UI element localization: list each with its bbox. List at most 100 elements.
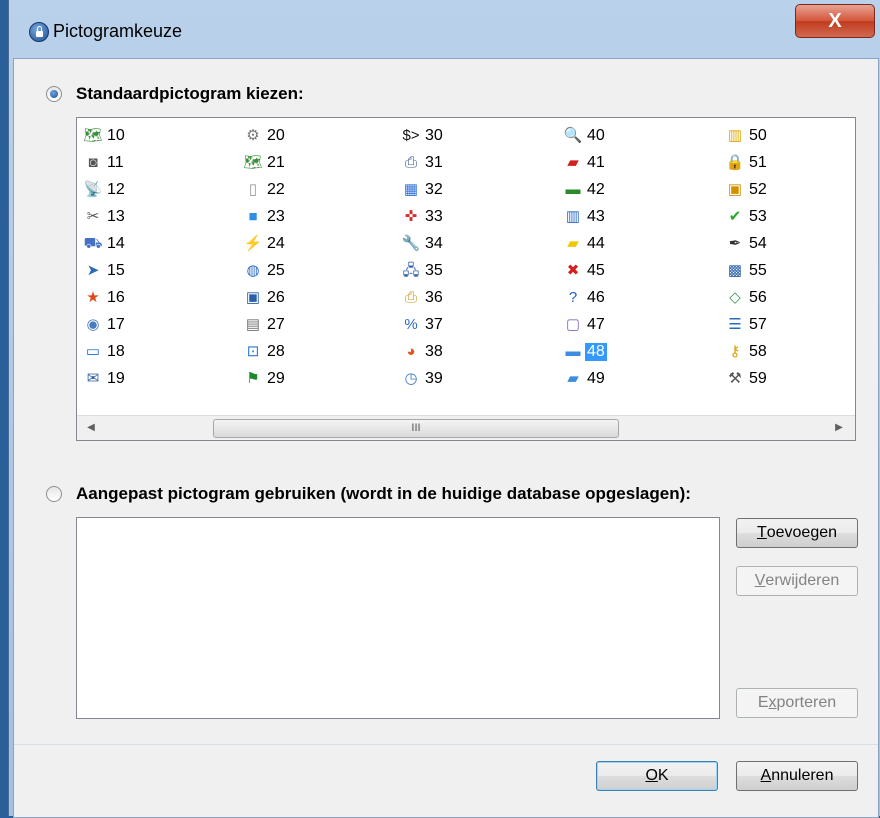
database-folder-icon: ▥ xyxy=(727,126,743,144)
lock-frame-icon: ▣ xyxy=(727,180,743,198)
icon-number: 27 xyxy=(267,315,285,333)
export-button[interactable]: Ex porteren xyxy=(736,688,858,718)
cancel-button[interactable]: Annuleren xyxy=(736,761,858,791)
icon-item-59[interactable]: ⚒ 59 xyxy=(725,365,769,392)
icon-item-56[interactable]: ◇ 56 xyxy=(725,284,769,311)
icon-item-24[interactable]: ⚡ 24 xyxy=(243,230,287,257)
icon-item-22[interactable]: ▯ 22 xyxy=(243,176,287,203)
icon-column: ▥ 50 🔒 51 ▣ 52 ✔ 53 ✒ 54 ▩ 55 ◇ 56 ☰ 57 ⚷ 58 ⚒ 59 xyxy=(725,122,769,392)
icon-item-43[interactable]: ▥ 43 xyxy=(563,203,607,230)
icon-item-13[interactable]: ✂ 13 xyxy=(83,203,127,230)
globe-doc-icon: ◍ xyxy=(246,261,260,279)
icon-number: 16 xyxy=(107,288,125,306)
icon-item-15[interactable]: ➤ 15 xyxy=(83,257,127,284)
percent-icon: % xyxy=(404,315,418,333)
icon-item-53[interactable]: ✔ 53 xyxy=(725,203,769,230)
custom-icon-radio[interactable] xyxy=(46,486,62,502)
icon-item-25[interactable]: ◍ 25 xyxy=(243,257,287,284)
icon-item-28[interactable]: ⊡ 28 xyxy=(243,338,287,365)
scroll-thumb[interactable]: III xyxy=(213,419,619,438)
icon-number: 38 xyxy=(425,342,443,360)
icon-item-47[interactable]: ▢ 47 xyxy=(563,311,607,338)
scroll-right-icon[interactable]: ▶ xyxy=(829,419,849,437)
scroll-left-icon[interactable]: ◀ xyxy=(81,419,101,437)
icon-item-35[interactable]: 🖧 35 xyxy=(401,257,445,284)
icon-item-58[interactable]: ⚷ 58 xyxy=(725,338,769,365)
icon-item-37[interactable]: % 37 xyxy=(401,311,445,338)
icon-item-27[interactable]: ▤ 27 xyxy=(243,311,287,338)
icon-item-23[interactable]: ■ 23 xyxy=(243,203,287,230)
icon-item-31[interactable]: ⎙ 31 xyxy=(401,149,445,176)
icon-item-12[interactable]: 📡 12 xyxy=(83,176,127,203)
icon-item-19[interactable]: ✉ 19 xyxy=(83,365,127,392)
computers-network-icon: 🖧 xyxy=(402,261,420,279)
icon-item-40[interactable]: 🔍 40 xyxy=(563,122,607,149)
icon-item-11[interactable]: ◙ 11 xyxy=(83,149,127,176)
icon-item-52[interactable]: ▣ 52 xyxy=(725,176,769,203)
icon-column: 🔍 40 ▰ 41 ▬ 42 ▥ 43 ▰ 44 ✖ 45? 46 ▢ 47 ▬ 48 ▰ 49 xyxy=(563,122,607,392)
export-mnemonic: x xyxy=(768,694,777,711)
standard-icon-list[interactable]: 🗺 10 ◙ 11 📡 12 ✂ 13 ⛟ 14 ➤ 15 ★ 16 ◉ 17 ▭ 18 ✉ 19 ⚙ 20 🗺 21 ▯ 22 ■… xyxy=(76,117,856,441)
icon-item-39[interactable]: ◷ 39 xyxy=(401,365,445,392)
title-bar[interactable]: Pictogramkeuze X xyxy=(9,0,880,58)
add-button[interactable]: Toevoegen xyxy=(736,518,858,548)
icon-number: 18 xyxy=(107,342,125,360)
folder-icon: ▬ xyxy=(565,342,581,360)
icon-number: 11 xyxy=(107,153,124,171)
icon-item-42[interactable]: ▬ 42 xyxy=(563,176,607,203)
icon-item-14[interactable]: ⛟ 14 xyxy=(83,230,127,257)
icon-item-17[interactable]: ◉ 17 xyxy=(83,311,127,338)
icon-item-45[interactable]: ✖ 45 xyxy=(563,257,607,284)
icon-item-46[interactable]: ? 46 xyxy=(563,284,607,311)
icon-number: 40 xyxy=(587,126,605,144)
icon-item-41[interactable]: ▰ 41 xyxy=(563,149,607,176)
icon-number: 51 xyxy=(749,153,767,171)
icon-item-18[interactable]: ▭ 18 xyxy=(83,338,127,365)
icon-item-55[interactable]: ▩ 55 xyxy=(725,257,769,284)
cancel-label: nnuleren xyxy=(771,767,834,784)
icon-item-30[interactable]: $> 30 xyxy=(401,122,445,149)
ok-button[interactable]: OK xyxy=(596,761,718,791)
icon-item-51[interactable]: 🔒 51 xyxy=(725,149,769,176)
icon-number: 34 xyxy=(425,234,443,252)
icon-item-33[interactable]: ✜ 33 xyxy=(401,203,445,230)
icon-number: 10 xyxy=(107,126,125,144)
icon-item-36[interactable]: ⎙ 36 xyxy=(401,284,445,311)
close-button[interactable]: X xyxy=(795,4,875,38)
icon-number: 44 xyxy=(587,234,605,252)
pen-icon: ✒ xyxy=(728,234,742,252)
remove-button[interactable]: Verwijderen xyxy=(736,566,858,596)
icon-number: 19 xyxy=(107,369,125,387)
icon-item-48[interactable]: ▬ 48 xyxy=(563,338,607,365)
star-globe-icon: ★ xyxy=(86,288,100,306)
standard-icon-radio[interactable] xyxy=(46,86,62,102)
camera-icon: ◙ xyxy=(88,153,98,171)
eraser-icon: ◇ xyxy=(729,288,741,306)
icon-item-32[interactable]: ▦ 32 xyxy=(401,176,445,203)
horizontal-scrollbar[interactable]: ◀ III ▶ xyxy=(77,415,855,440)
icon-item-16[interactable]: ★ 16 xyxy=(83,284,127,311)
icon-item-54[interactable]: ✒ 54 xyxy=(725,230,769,257)
paper-plane-icon: ➤ xyxy=(86,261,100,279)
terminal-icon: $> xyxy=(402,126,420,144)
icon-item-34[interactable]: 🔧 34 xyxy=(401,230,445,257)
server-icon: ▤ xyxy=(245,315,261,333)
icon-item-49[interactable]: ▰ 49 xyxy=(563,365,607,392)
icon-number: 47 xyxy=(587,315,605,333)
icon-number: 50 xyxy=(749,126,767,144)
icon-item-29[interactable]: ⚑ 29 xyxy=(243,365,287,392)
custom-icon-list[interactable] xyxy=(76,517,720,719)
icon-item-21[interactable]: 🗺 21 xyxy=(243,149,287,176)
icon-item-50[interactable]: ▥ 50 xyxy=(725,122,769,149)
icon-item-57[interactable]: ☰ 57 xyxy=(725,311,769,338)
icon-item-38[interactable]: ◕ 38 xyxy=(401,338,445,365)
icon-number: 22 xyxy=(267,180,285,198)
icon-item-26[interactable]: ▣ 26 xyxy=(243,284,287,311)
lightning-network-icon: ⚡ xyxy=(243,234,263,252)
icon-number: 13 xyxy=(107,207,125,225)
icon-item-10[interactable]: 🗺 10 xyxy=(83,122,127,149)
icon-number: 28 xyxy=(267,342,285,360)
icon-item-44[interactable]: ▰ 44 xyxy=(563,230,607,257)
icon-number: 37 xyxy=(425,315,443,333)
icon-item-20[interactable]: ⚙ 20 xyxy=(243,122,287,149)
